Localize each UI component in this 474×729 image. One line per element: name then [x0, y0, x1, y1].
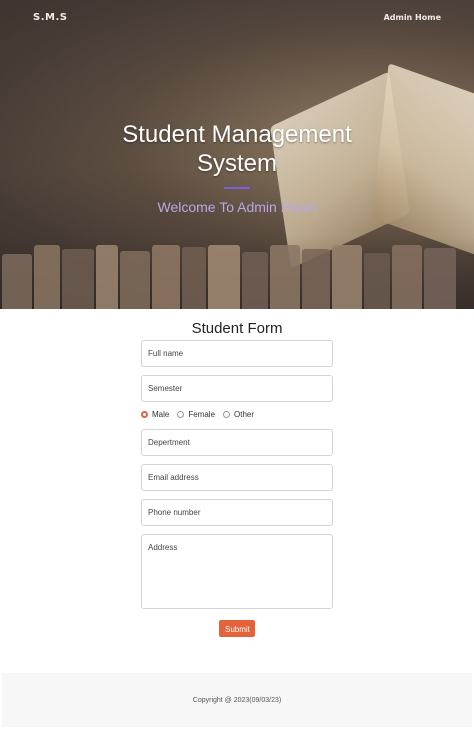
footer: Copyright @ 2023(09/03/23)	[2, 673, 472, 727]
radio-checked-icon[interactable]	[141, 411, 148, 418]
department-input[interactable]	[141, 429, 333, 456]
hero-subtitle: Welcome To Admin Panel	[157, 199, 317, 215]
form-title: Student Form	[191, 320, 283, 337]
hero-title: Student Management System	[122, 121, 352, 177]
top-navbar: S.M.S Admin Home	[0, 0, 474, 34]
student-form: Student Form Male Female Other Submit	[0, 309, 474, 637]
gender-radio-female[interactable]: Female	[177, 410, 215, 419]
radio-unchecked-icon[interactable]	[177, 411, 185, 418]
radio-unchecked-icon[interactable]	[223, 411, 231, 418]
gender-label-other: Other	[234, 410, 255, 419]
address-textarea[interactable]	[141, 534, 333, 609]
bookshelf-image	[0, 237, 474, 309]
phone-input[interactable]	[141, 499, 333, 526]
full-name-input[interactable]	[141, 340, 333, 367]
gender-label-male: Male	[152, 410, 170, 419]
submit-button[interactable]: Submit	[219, 620, 255, 637]
admin-home-link[interactable]: Admin Home	[384, 13, 441, 22]
gender-radio-other[interactable]: Other	[223, 410, 254, 419]
email-input[interactable]	[141, 464, 333, 491]
gender-radio-male[interactable]: Male	[141, 410, 169, 419]
gender-label-female: Female	[188, 410, 216, 419]
gender-radio-group: Male Female Other	[141, 410, 333, 419]
hero-divider	[224, 187, 250, 189]
hero-content: Student Management System Welcome To Adm…	[0, 120, 474, 215]
hero-banner: S.M.S Admin Home Student Management Syst…	[0, 0, 474, 309]
semester-input[interactable]	[141, 375, 333, 402]
brand-logo[interactable]: S.M.S	[33, 12, 67, 23]
copyright-text: Copyright @ 2023(09/03/23)	[192, 696, 282, 704]
